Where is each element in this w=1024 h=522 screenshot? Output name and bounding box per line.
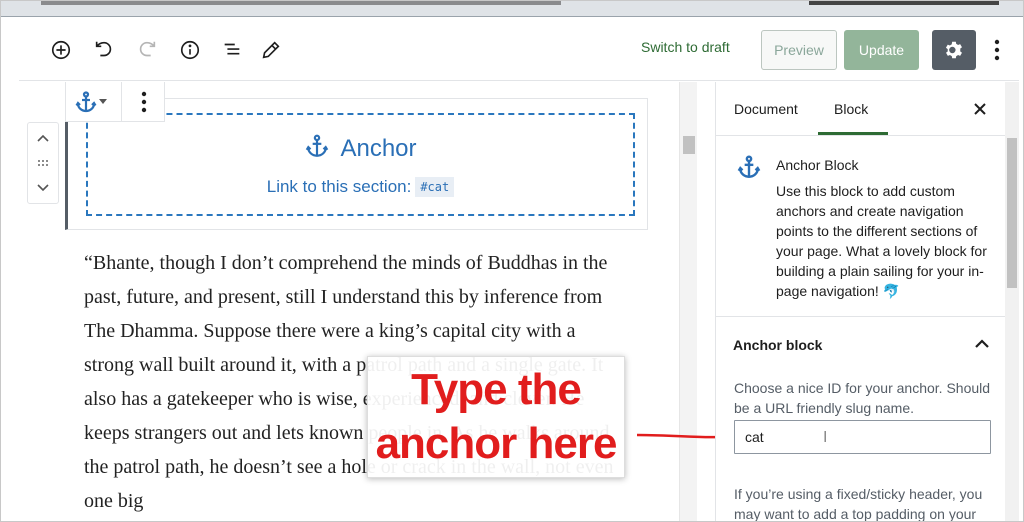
more-vertical-icon: [141, 91, 147, 113]
top-bar-fragment-right: [809, 1, 999, 5]
chevron-up-icon: [975, 339, 989, 348]
chevron-down-icon: [37, 184, 49, 192]
toolbar-separator: [121, 82, 122, 122]
gear-icon: [945, 41, 962, 59]
block-options-button[interactable]: [132, 90, 156, 114]
move-up-button[interactable]: [28, 127, 58, 149]
anchor-block-title: Anchor: [340, 135, 417, 162]
anchor-icon: [736, 154, 762, 185]
redo-icon[interactable]: [132, 35, 162, 65]
chevron-up-icon: [37, 134, 49, 142]
sidebar-scrollbar[interactable]: [1005, 82, 1019, 521]
anchor-icon: [75, 91, 97, 113]
more-options-button[interactable]: [987, 35, 1007, 65]
anchor-block-preview: Anchor Link to this section: #cat: [86, 113, 635, 216]
anchor-link-label: Link to this section:: [266, 177, 412, 196]
block-card-title: Anchor Block: [776, 157, 859, 173]
block-card: Anchor Block Use this block to add custo…: [716, 137, 1005, 317]
list-view-icon[interactable]: [217, 35, 247, 65]
more-vertical-icon: [994, 39, 1000, 61]
anchor-help-text: Choose a nice ID for your anchor. Should…: [734, 380, 991, 416]
close-icon: [974, 103, 986, 115]
text-cursor-icon: I: [823, 429, 828, 446]
undo-icon[interactable]: [89, 35, 119, 65]
edit-pencil-icon[interactable]: [256, 35, 286, 65]
sticky-header-help-text: If you’re using a fixed/sticky header, y…: [734, 486, 983, 522]
close-sidebar-button[interactable]: [970, 97, 990, 121]
callout-line-1: Type the: [411, 365, 582, 414]
move-down-button[interactable]: [28, 177, 58, 199]
block-card-description-text: Use this block to add custom anchors and…: [776, 183, 987, 299]
drag-handle[interactable]: [28, 152, 58, 174]
editor-scrollbar-thumb[interactable]: [683, 136, 695, 154]
anchor-id-input[interactable]: cat I: [734, 420, 991, 454]
anchor-icon: [304, 133, 330, 166]
callout-line-2: anchor here: [375, 419, 618, 468]
anchor-id-value: cat: [745, 429, 764, 445]
editor-header: Switch to draft Preview Update: [19, 19, 1019, 81]
top-bar-fragment: [41, 1, 561, 5]
tab-document[interactable]: Document: [734, 101, 798, 117]
tab-block[interactable]: Block: [834, 101, 868, 117]
app-window: Switch to draft Preview Update Anchor Li…: [0, 0, 1024, 522]
anchor-link-line: Link to this section: #cat: [88, 177, 633, 197]
dolphin-emoji: 🐬: [882, 283, 901, 299]
settings-button[interactable]: [932, 30, 976, 70]
active-tab-indicator: [818, 132, 888, 135]
annotation-callout: Type the anchor here: [367, 356, 625, 478]
caret-down-icon: [99, 99, 107, 104]
settings-sidebar: Document Block Anchor Block Use this blo…: [715, 82, 1005, 522]
switch-to-draft-button[interactable]: Switch to draft: [641, 39, 730, 55]
drag-dots-icon: [38, 160, 48, 166]
preview-button[interactable]: Preview: [761, 30, 837, 70]
anchor-block-heading: Anchor: [88, 133, 633, 166]
update-button[interactable]: Update: [844, 30, 919, 70]
block-card-description: Use this block to add custom anchors and…: [776, 181, 996, 301]
sidebar-tabs: Document Block: [716, 82, 1005, 136]
anchor-code: #cat: [415, 177, 455, 197]
sidebar-scrollbar-thumb[interactable]: [1007, 138, 1017, 288]
panel-title: Anchor block: [733, 337, 823, 353]
anchor-block-panel-toggle[interactable]: Anchor block: [716, 318, 1005, 372]
info-icon[interactable]: [175, 35, 205, 65]
browser-top-strip: [1, 1, 1023, 17]
block-mover: [27, 122, 59, 204]
block-type-switcher[interactable]: [74, 90, 114, 114]
editor-scrollbar[interactable]: [679, 82, 697, 521]
block-toolbar: [65, 82, 165, 122]
add-block-icon[interactable]: [46, 35, 76, 65]
